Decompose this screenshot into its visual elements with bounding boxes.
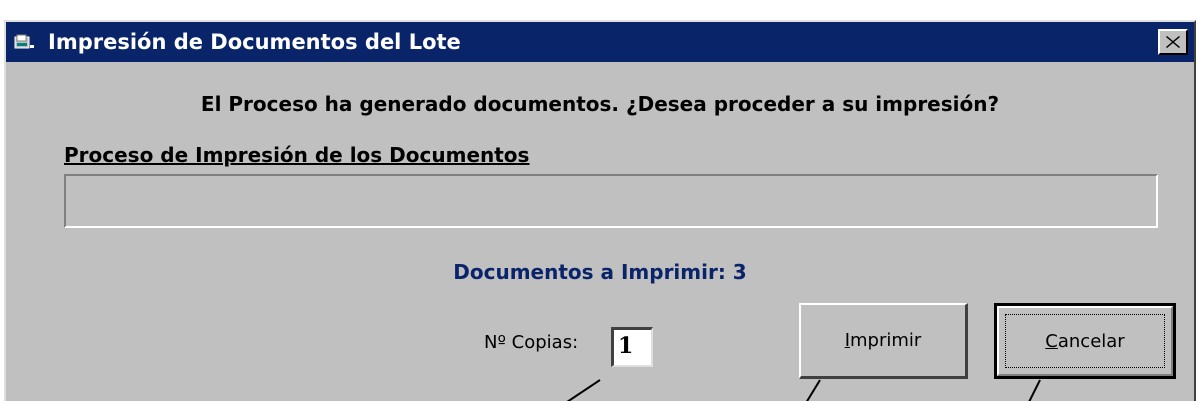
callout-line-print <box>805 379 821 401</box>
callout-lines <box>566 379 1041 401</box>
callout-line-copies <box>566 379 601 401</box>
callout-line-cancel <box>1028 379 1041 401</box>
